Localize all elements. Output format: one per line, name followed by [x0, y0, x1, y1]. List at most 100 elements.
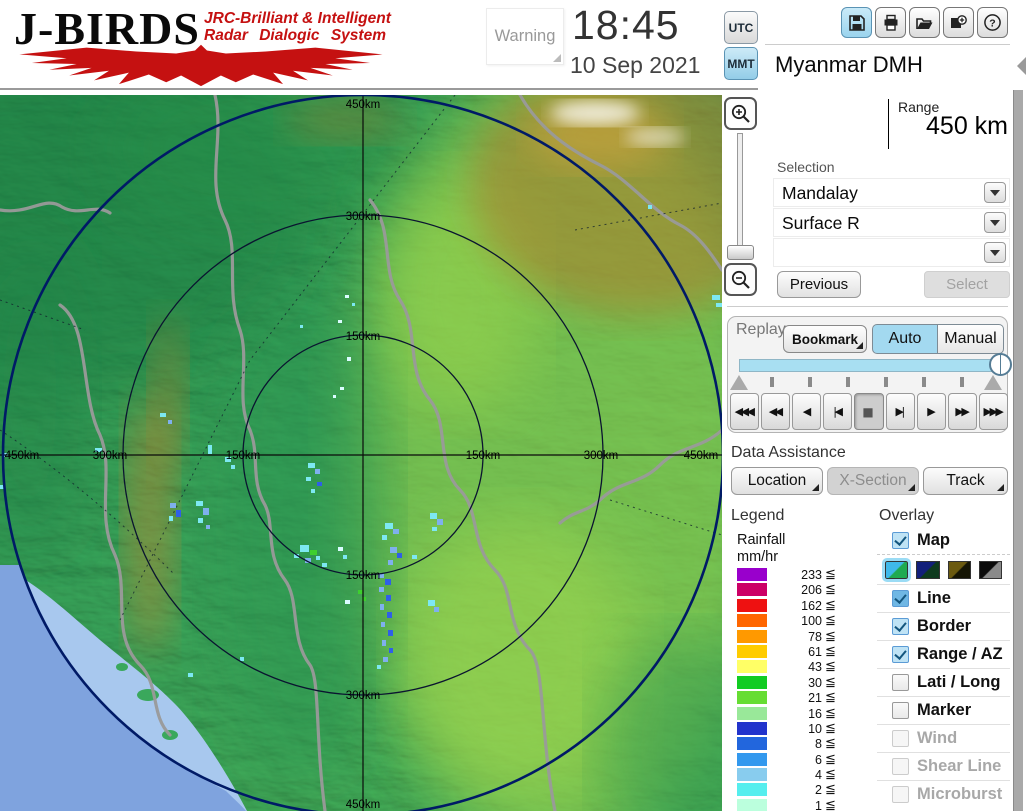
legend-value: 162	[801, 598, 822, 613]
legend-value: 10	[808, 721, 822, 736]
overlay-row-shear-line[interactable]: Shear Line	[877, 752, 1010, 780]
location-button[interactable]: Location	[731, 467, 823, 495]
checked-checkbox[interactable]	[892, 532, 909, 549]
print-button[interactable]	[875, 7, 906, 38]
legend-color-swatch	[737, 644, 767, 658]
rain-echo	[316, 556, 320, 560]
map-zoom-in-button[interactable]	[724, 97, 757, 130]
help-button[interactable]: ?	[977, 7, 1008, 38]
overlay-row-microburst[interactable]: Microburst	[877, 780, 1010, 808]
utc-button[interactable]: UTC	[724, 11, 758, 44]
map-style-swatch-selected[interactable]	[881, 557, 912, 582]
site-dropdown-arrow[interactable]	[984, 182, 1006, 203]
save-button[interactable]	[841, 7, 872, 38]
map-style-swatch[interactable]	[978, 560, 1002, 579]
overlay-item-label: Border	[917, 617, 972, 635]
overlay-row-wind[interactable]: Wind	[877, 724, 1010, 752]
track-button[interactable]: Track	[923, 467, 1008, 495]
legend-row: 43 ≦	[727, 659, 863, 674]
checked-checkbox[interactable]	[892, 590, 909, 607]
rain-echo	[712, 295, 720, 300]
replay-label: Replay	[736, 321, 786, 338]
playback-button-3[interactable]: |◀	[823, 393, 853, 430]
legend-value: 8	[815, 737, 822, 752]
rain-echo	[343, 555, 347, 559]
panel-collapse-arrow-icon[interactable]	[1017, 57, 1026, 75]
capture-button[interactable]	[943, 7, 974, 38]
playback-button-8[interactable]: ▶▶▶	[978, 393, 1008, 430]
mmt-button[interactable]: MMT	[724, 47, 758, 80]
auto-button[interactable]: Auto	[872, 324, 938, 354]
overlay-row-border[interactable]: Border	[877, 612, 1010, 640]
option-dropdown[interactable]	[773, 238, 1010, 267]
legend-label: Legend	[731, 507, 785, 524]
zoom-out-icon	[731, 270, 750, 289]
map-style-swatch[interactable]	[916, 560, 940, 579]
overlay-row-lati-long[interactable]: Lati / Long	[877, 668, 1010, 696]
playback-button-4[interactable]: ■	[854, 393, 884, 430]
legend-title: Rainfall	[737, 532, 786, 548]
manual-button[interactable]: Manual	[938, 324, 1004, 354]
legend-row: 2 ≦	[727, 782, 863, 797]
playback-button-2[interactable]: ◀	[792, 393, 822, 430]
playback-button-0[interactable]: ◀◀◀	[730, 393, 760, 430]
x-section-button[interactable]: X-Section	[827, 467, 919, 495]
rain-echo	[430, 513, 437, 519]
legend-lte-symbol: ≦	[825, 613, 836, 629]
map-style-swatch[interactable]	[947, 560, 971, 579]
radar-map[interactable]: 450km 300km 150km 150km 300km 450km 450km 300km…	[0, 45, 810, 811]
overlay-row-marker[interactable]: Marker	[877, 696, 1010, 724]
replay-timeline-track[interactable]	[739, 359, 1002, 372]
legend-value: 61	[808, 644, 822, 659]
checked-checkbox[interactable]	[892, 618, 909, 635]
overlay-item-label: Marker	[917, 701, 972, 719]
checked-checkbox[interactable]	[892, 646, 909, 663]
legend-value: 21	[808, 691, 822, 706]
rain-echo	[188, 673, 193, 677]
replay-start-marker[interactable]	[730, 375, 748, 390]
previous-button[interactable]: Previous	[777, 271, 861, 298]
warning-indicator[interactable]: Warning	[486, 8, 564, 65]
playback-button-5[interactable]: ▶|	[885, 393, 915, 430]
map-zoom-slider-track[interactable]	[737, 133, 743, 255]
timeline-tick	[960, 377, 964, 387]
map-zoom-out-button[interactable]	[724, 263, 757, 296]
site-dropdown[interactable]: Mandalay	[773, 178, 1010, 207]
open-folder-icon	[916, 17, 933, 29]
rain-echo	[308, 463, 315, 468]
rain-echo	[390, 547, 397, 553]
rain-echo	[176, 510, 181, 517]
section-divider	[727, 306, 1008, 307]
legend-value: 6	[815, 752, 822, 767]
unchecked-checkbox[interactable]	[892, 674, 909, 691]
legend-row: 6 ≦	[727, 752, 863, 767]
replay-end-marker[interactable]	[984, 375, 1002, 390]
legend-lte-symbol: ≦	[825, 597, 836, 613]
warning-label: Warning	[494, 27, 556, 45]
playback-button-6[interactable]: ▶	[916, 393, 946, 430]
product-dropdown[interactable]: Surface R	[773, 208, 1010, 237]
product-dropdown-arrow[interactable]	[984, 212, 1006, 233]
overlay-row-range-az[interactable]: Range / AZ	[877, 640, 1010, 668]
eagle-logo-icon	[19, 44, 383, 87]
playback-button-7[interactable]: ▶▶	[947, 393, 977, 430]
overlay-row-map[interactable]: Map	[877, 527, 1010, 554]
legend-color-swatch	[737, 752, 767, 766]
rain-echo	[379, 587, 384, 592]
header-bar: J-BIRDS JRC-Brilliant & Intelligent Rada…	[0, 0, 1030, 90]
rain-echo	[380, 604, 384, 610]
rain-echo	[387, 612, 392, 618]
replay-timeline-handle[interactable]	[989, 353, 1012, 376]
overlay-row-line[interactable]: Line	[877, 584, 1010, 612]
panel-scrollbar[interactable]	[1013, 90, 1023, 811]
open-file-button[interactable]	[909, 7, 940, 38]
data-assistance-label: Data Assistance	[731, 444, 846, 461]
bookmark-button[interactable]: Bookmark	[783, 325, 867, 353]
playback-button-1[interactable]: ◀◀	[761, 393, 791, 430]
rain-echo	[322, 563, 327, 567]
legend-unit: mm/hr	[737, 549, 779, 565]
unchecked-checkbox[interactable]	[892, 702, 909, 719]
legend-lte-symbol: ≦	[825, 720, 836, 736]
map-zoom-slider-thumb[interactable]	[727, 245, 754, 260]
option-dropdown-arrow[interactable]	[984, 242, 1006, 263]
